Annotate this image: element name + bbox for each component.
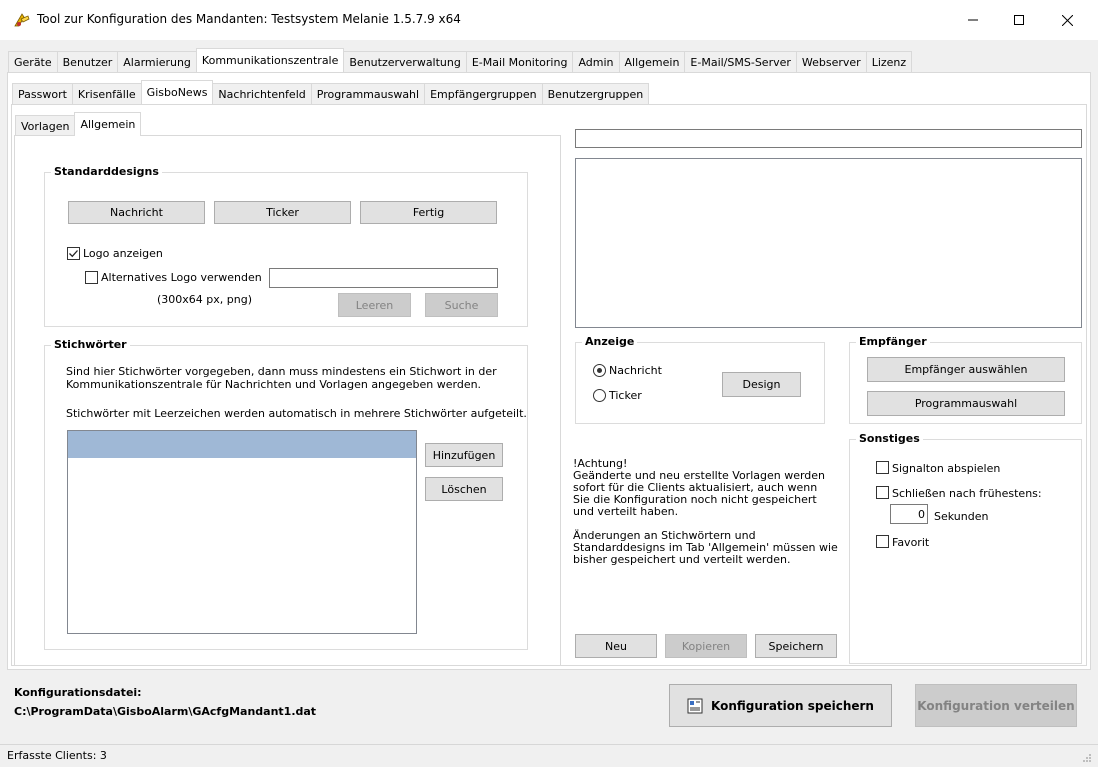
tab-nachrichtenfeld[interactable]: Nachrichtenfeld (212, 83, 312, 104)
tab-email-monitoring[interactable]: E-Mail Monitoring (465, 51, 574, 72)
stichwoerter-desc-1: Sind hier Stichwörter vorgegeben, dann m… (66, 365, 497, 378)
stichwoerter-desc-3: Stichwörter mit Leerzeichen werden autom… (66, 407, 527, 420)
tab-benutzerverwaltung[interactable]: Benutzerverwaltung (343, 51, 467, 72)
anzeige-nachricht-radio[interactable] (593, 364, 606, 377)
tab-allgemein-inner[interactable]: Allgemein (74, 112, 142, 136)
sekunden-label: Sekunden (934, 510, 989, 523)
title-bar: Tool zur Konfiguration des Mandanten: Te… (0, 0, 1098, 40)
stichwoerter-list[interactable] (67, 430, 417, 634)
neu-button[interactable]: Neu (575, 634, 657, 658)
clients-status: Erfasste Clients: 3 (7, 749, 107, 762)
alt-logo-path-input[interactable] (269, 268, 498, 288)
tab-lizenz[interactable]: Lizenz (865, 51, 913, 72)
alt-logo-label: Alternatives Logo verwenden (101, 271, 262, 284)
sonstiges-title: Sonstiges (856, 432, 923, 445)
speichern-button[interactable]: Speichern (755, 634, 837, 658)
sonstiges-group: Sonstiges Signalton abspielen Schließen … (849, 432, 1082, 664)
tab-admin[interactable]: Admin (572, 51, 620, 72)
favorit-checkbox[interactable] (876, 535, 889, 548)
alt-logo-checkbox[interactable] (85, 271, 98, 284)
logo-size-hint: (300x64 px, png) (157, 293, 253, 306)
vorlage-body-textarea[interactable] (575, 158, 1082, 328)
close-icon (1061, 14, 1073, 26)
empfaenger-group: Empfänger Empfänger auswählen Programmau… (849, 335, 1082, 424)
design-ticker-button[interactable]: Ticker (214, 201, 351, 224)
konfiguration-speichern-label: Konfiguration speichern (711, 698, 874, 713)
hinweis-line-8: bisher gespeichert und verteilt werden. (573, 553, 791, 566)
tab-allgemein-main[interactable]: Allgemein (618, 51, 686, 72)
window-title: Tool zur Konfiguration des Mandanten: Te… (37, 12, 461, 26)
design-fertig-button[interactable]: Fertig (360, 201, 497, 224)
konfiguration-verteilen-button[interactable]: Konfiguration verteilen (915, 684, 1077, 727)
main-tab-row: Geräte Benutzer Alarmierung Kommunikatio… (8, 48, 913, 72)
tab-geraete[interactable]: Geräte (8, 51, 58, 72)
anzeige-nachricht-label: Nachricht (609, 364, 662, 377)
schliessen-checkbox[interactable] (876, 486, 889, 499)
tab-gisbonews[interactable]: GisboNews (140, 80, 214, 104)
suche-button[interactable]: Suche (425, 293, 498, 317)
status-bar: Erfasste Clients: 3 (0, 744, 1098, 767)
app-icon (13, 11, 31, 29)
tab-webserver[interactable]: Webserver (795, 51, 867, 72)
tab-benutzergruppen[interactable]: Benutzergruppen (541, 83, 650, 104)
maximize-button[interactable] (996, 0, 1042, 40)
tab-programmauswahl[interactable]: Programmauswahl (310, 83, 426, 104)
schliessen-label: Schließen nach frühestens: (892, 487, 1042, 500)
close-button[interactable] (1044, 0, 1090, 40)
konfiguration-speichern-button[interactable]: Konfiguration speichern (669, 684, 892, 727)
checkmark-icon (69, 250, 78, 258)
signalton-label: Signalton abspielen (892, 462, 1001, 475)
stichwoerter-desc-2: Kommunikationszentrale für Nachrichten u… (66, 378, 482, 391)
seconds-input[interactable] (890, 504, 928, 524)
vorlage-title-input[interactable] (575, 129, 1082, 148)
config-file-path: C:\ProgramData\GisboAlarm\GAcfgMandant1.… (14, 705, 317, 718)
stichwoerter-title: Stichwörter (51, 338, 130, 351)
standarddesigns-group: Standarddesigns Nachricht Ticker Fertig … (44, 165, 528, 327)
list-item-selected[interactable] (68, 431, 416, 458)
empfaenger-title: Empfänger (856, 335, 930, 348)
tab-alarmierung[interactable]: Alarmierung (117, 51, 197, 72)
logo-anzeigen-label: Logo anzeigen (83, 247, 163, 260)
inner-tab-panel: Standarddesigns Nachricht Ticker Fertig … (14, 135, 561, 666)
tab-passwort[interactable]: Passwort (12, 83, 73, 104)
signalton-checkbox[interactable] (876, 461, 889, 474)
resize-grip-icon[interactable] (1082, 753, 1092, 766)
tab-kommunikationszentrale[interactable]: Kommunikationszentrale (195, 48, 345, 72)
tab-benutzer[interactable]: Benutzer (56, 51, 119, 72)
anzeige-title: Anzeige (582, 335, 638, 348)
sub-tab-row: Passwort Krisenfälle GisboNews Nachricht… (12, 80, 650, 104)
empfaenger-auswaehlen-button[interactable]: Empfänger auswählen (867, 357, 1065, 382)
hinzufuegen-button[interactable]: Hinzufügen (425, 443, 503, 467)
config-file-label: Konfigurationsdatei: (14, 686, 142, 699)
anzeige-ticker-label: Ticker (609, 389, 642, 402)
minimize-button[interactable] (950, 0, 996, 40)
tab-email-sms-server[interactable]: E-Mail/SMS-Server (684, 51, 797, 72)
maximize-icon (1014, 15, 1024, 25)
leeren-button[interactable]: Leeren (338, 293, 411, 317)
standarddesigns-title: Standarddesigns (51, 165, 162, 178)
tab-empfaengergruppen[interactable]: Empfängergruppen (424, 83, 543, 104)
stichwoerter-group: Stichwörter Sind hier Stichwörter vorgeg… (44, 338, 528, 650)
kopieren-button[interactable]: Kopieren (665, 634, 747, 658)
loeschen-button[interactable]: Löschen (425, 477, 503, 501)
tab-vorlagen[interactable]: Vorlagen (15, 115, 76, 136)
inner-tab-row: Vorlagen Allgemein (15, 112, 142, 136)
design-button[interactable]: Design (722, 372, 801, 397)
favorit-label: Favorit (892, 536, 930, 549)
hinweis-note: !Achtung! Geänderte und neu erstellte Vo… (573, 458, 843, 566)
design-nachricht-button[interactable]: Nachricht (68, 201, 205, 224)
anzeige-group: Anzeige Nachricht Ticker Design (575, 335, 825, 424)
save-config-icon (687, 698, 703, 713)
hinweis-line-5: und verteilt haben. (573, 505, 679, 518)
logo-anzeigen-checkbox[interactable] (67, 247, 80, 260)
window-client: Geräte Benutzer Alarmierung Kommunikatio… (0, 40, 1098, 744)
tab-krisenfaelle[interactable]: Krisenfälle (71, 83, 142, 104)
programmauswahl-button[interactable]: Programmauswahl (867, 391, 1065, 416)
minimize-icon (968, 19, 978, 21)
anzeige-ticker-radio[interactable] (593, 389, 606, 402)
